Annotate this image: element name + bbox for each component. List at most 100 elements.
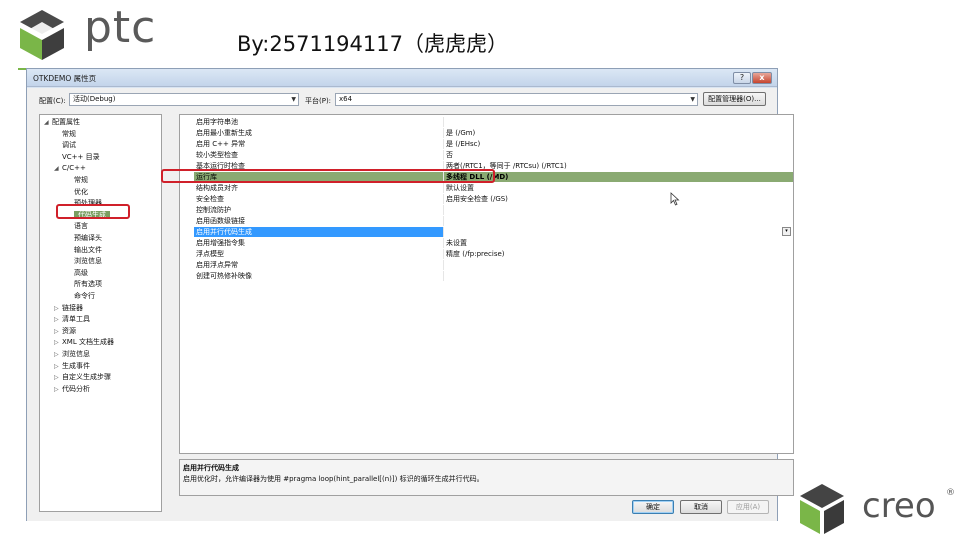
- tree-item-label: 配置属性: [52, 118, 80, 126]
- apply-button[interactable]: 应用(A): [727, 500, 769, 514]
- tree-item[interactable]: 输出文件: [66, 246, 102, 255]
- tree-item[interactable]: ▷ 浏览信息: [54, 350, 90, 359]
- expand-toggle-icon[interactable]: ▷: [54, 327, 62, 336]
- window-title: OTKDEMO 属性页: [33, 74, 97, 83]
- property-value[interactable]: [443, 205, 793, 215]
- tree-item[interactable]: 优化: [66, 188, 88, 197]
- tree-item[interactable]: ▷ 自定义生成步骤: [54, 373, 111, 382]
- tree-item[interactable]: 预编译头: [66, 234, 102, 243]
- dialog-client: 配置(C): 活动(Debug) ▼ 平台(P): x64 ▼ 配置管理器(O)…: [27, 88, 794, 521]
- creo-brand-text: creo: [862, 486, 936, 526]
- property-grid[interactable]: 启用字符串池 启用最小重新生成是 (/Gm) 启用 C++ 异常 是 (/EHsc) 较…: [179, 114, 794, 454]
- expand-toggle-icon[interactable]: ◢: [44, 118, 52, 127]
- property-value[interactable]: 默认设置: [443, 183, 793, 193]
- tree-item[interactable]: 常规: [66, 176, 88, 185]
- property-value[interactable]: 启用安全检查 (/GS): [443, 194, 793, 204]
- expand-toggle-icon[interactable]: ▷: [54, 315, 62, 324]
- expand-toggle-icon[interactable]: ▷: [54, 338, 62, 347]
- property-row[interactable]: 较小类型检查 否: [182, 150, 793, 160]
- tree-item[interactable]: ◢ C/C++: [54, 164, 86, 173]
- expand-toggle-icon[interactable]: ◢: [54, 164, 62, 173]
- ptc-logo-icon: [20, 10, 64, 60]
- property-value[interactable]: [443, 216, 793, 226]
- property-row[interactable]: 创建可热修补映像: [182, 271, 793, 281]
- tree-item-label: 清单工具: [62, 315, 90, 324]
- property-tree[interactable]: ◢ 配置属性 常规 调试 VC++ 目录 ◢ C/C++ 常规 优化 预处理器 代码生成 语言 预编译头…: [39, 114, 162, 512]
- property-value[interactable]: [443, 117, 793, 127]
- property-row[interactable]: 启用最小重新生成 是 (/Gm): [182, 128, 793, 138]
- title-bar[interactable]: OTKDEMO 属性页 ? x: [27, 69, 777, 87]
- tree-item[interactable]: ▷ XML 文档生成器: [54, 338, 114, 347]
- property-row[interactable]: 启用 C++ 异常 是 (/EHsc): [182, 139, 793, 149]
- property-row[interactable]: 启用函数级链接: [182, 216, 793, 226]
- tree-item-label: 预编译头: [74, 234, 102, 242]
- tree-item[interactable]: ▷ 代码分析: [54, 385, 90, 394]
- registered-mark: ®: [946, 488, 955, 498]
- config-manager-button[interactable]: 配置管理器(O)...: [703, 92, 766, 106]
- tree-item-label: 生成事件: [62, 361, 90, 370]
- property-row[interactable]: 浮点模型 精度 (/fp:precise): [182, 249, 793, 259]
- tree-item-label: VC++ 目录: [62, 152, 100, 161]
- property-row[interactable]: 启用字符串池: [182, 117, 793, 127]
- cancel-button[interactable]: 取消: [680, 500, 722, 514]
- tree-item-label: 资源: [62, 326, 76, 335]
- property-value[interactable]: 多线程 DLL (/MD): [443, 172, 793, 182]
- expand-toggle-icon[interactable]: ▷: [54, 385, 62, 394]
- property-value[interactable]: [443, 227, 793, 237]
- tree-item[interactable]: ▷ 链接器: [54, 304, 83, 313]
- tree-item[interactable]: 命令行: [66, 292, 95, 301]
- expand-toggle-icon[interactable]: ▷: [54, 350, 62, 359]
- property-value[interactable]: [443, 260, 793, 270]
- property-value[interactable]: 两者(/RTC1，等同于 /RTCsu) (/RTC1): [443, 161, 793, 171]
- chevron-down-icon: ▼: [291, 96, 296, 103]
- tree-item[interactable]: 所有选项: [66, 280, 102, 289]
- close-button[interactable]: x: [752, 72, 772, 84]
- property-row[interactable]: 启用浮点异常: [182, 260, 793, 270]
- ptc-brand-text: ptc: [84, 2, 157, 53]
- config-select[interactable]: 活动(Debug) ▼: [69, 93, 299, 106]
- tree-item-label: 语言: [74, 222, 88, 231]
- chevron-down-icon: ▼: [690, 96, 695, 103]
- property-row[interactable]: 结构成员对齐 默认设置: [182, 183, 793, 193]
- property-name: 启用并行代码生成: [194, 227, 443, 237]
- property-name: 安全检查: [196, 195, 224, 203]
- property-name: 控制流防护: [196, 206, 231, 214]
- tree-item-label: 调试: [62, 141, 76, 150]
- tree-item-label: 代码分析: [62, 384, 90, 393]
- tree-item[interactable]: VC++ 目录: [54, 153, 100, 162]
- help-button[interactable]: ?: [733, 72, 751, 84]
- tree-item[interactable]: ▷ 生成事件: [54, 362, 90, 371]
- expand-toggle-icon[interactable]: ▷: [54, 373, 62, 382]
- tree-item[interactable]: 浏览信息: [66, 257, 102, 266]
- property-name: 结构成员对齐: [196, 184, 238, 192]
- tree-item[interactable]: 常规: [54, 130, 76, 139]
- property-name: 浮点模型: [196, 250, 224, 258]
- expand-toggle-icon[interactable]: ▷: [54, 362, 62, 371]
- property-value[interactable]: 是 (/EHsc): [443, 139, 793, 149]
- property-value[interactable]: 是 (/Gm): [443, 128, 793, 138]
- tree-item-label: 高级: [74, 268, 88, 277]
- tree-item[interactable]: 语言: [66, 222, 88, 231]
- property-row[interactable]: 启用增强指令集 未设置: [182, 238, 793, 248]
- tree-item-label: 浏览信息: [62, 350, 90, 358]
- tree-item[interactable]: ◢ 配置属性: [44, 118, 80, 127]
- tree-item-label: 链接器: [62, 303, 83, 312]
- property-row[interactable]: 控制流防护: [182, 205, 793, 215]
- tree-item[interactable]: ▷ 资源: [54, 327, 76, 336]
- platform-select[interactable]: x64 ▼: [335, 93, 698, 106]
- property-row[interactable]: 启用并行代码生成 ▾: [182, 227, 793, 237]
- ok-button[interactable]: 确定: [632, 500, 674, 514]
- tree-item-label: 浏览信息: [74, 257, 102, 266]
- property-value[interactable]: 未设置: [443, 238, 793, 248]
- tree-item-label: 所有选项: [74, 280, 102, 289]
- property-value[interactable]: 精度 (/fp:precise): [443, 249, 793, 259]
- tree-item[interactable]: 高级: [66, 269, 88, 278]
- property-name: 启用 C++ 异常: [196, 140, 246, 148]
- property-value[interactable]: [443, 271, 793, 281]
- property-row[interactable]: 安全检查 启用安全检查 (/GS): [182, 194, 793, 204]
- expand-toggle-icon[interactable]: ▷: [54, 304, 62, 313]
- dropdown-arrow-icon[interactable]: ▾: [782, 227, 791, 236]
- tree-item[interactable]: 调试: [54, 141, 76, 150]
- property-value[interactable]: 否: [443, 150, 793, 160]
- tree-item[interactable]: ▷ 清单工具: [54, 315, 90, 324]
